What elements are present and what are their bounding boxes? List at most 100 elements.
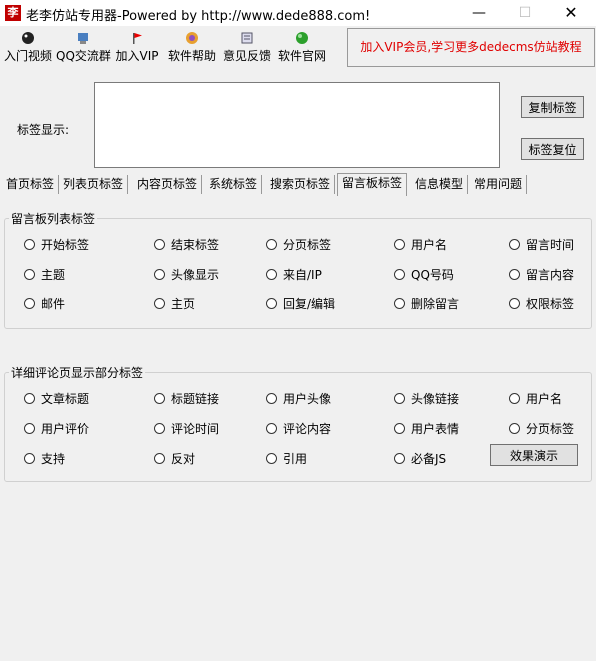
toolbar-qq-group[interactable]: QQ交流群	[56, 28, 111, 68]
tab-info-model[interactable]: 信息模型	[411, 175, 469, 194]
tag-option-radio[interactable]: 必备JS	[394, 450, 446, 466]
radio-label: 留言内容	[526, 268, 575, 282]
tag-option-radio[interactable]: 评论内容	[266, 420, 331, 436]
tag-option-radio[interactable]: 头像链接	[394, 390, 459, 406]
tab-system-tags[interactable]: 系统标签	[205, 175, 263, 194]
tag-option-radio[interactable]: 留言内容	[509, 266, 574, 282]
radio-circle-icon[interactable]	[509, 239, 520, 250]
tag-display-label: 标签显示:	[17, 123, 70, 137]
tab-content-tags[interactable]: 内容页标签	[133, 175, 203, 194]
radio-circle-icon[interactable]	[24, 453, 35, 464]
radio-circle-icon[interactable]	[266, 298, 277, 309]
tab-faq[interactable]: 常用问题	[470, 175, 528, 194]
vip-banner[interactable]: 加入VIP会员,学习更多dedecms仿站教程	[347, 28, 595, 67]
group-title: 留言板列表标签	[11, 212, 96, 226]
copy-tag-button[interactable]: 复制标签	[521, 96, 584, 118]
tag-option-radio[interactable]: 分页标签	[266, 236, 331, 252]
tag-option-radio[interactable]: 评论时间	[154, 420, 219, 436]
tag-option-radio[interactable]: 用户头像	[266, 390, 331, 406]
radio-circle-icon[interactable]	[509, 298, 520, 309]
radio-circle-icon[interactable]	[24, 269, 35, 280]
radio-circle-icon[interactable]	[266, 453, 277, 464]
radio-circle-icon[interactable]	[394, 298, 405, 309]
radio-circle-icon[interactable]	[154, 239, 165, 250]
tag-option-radio[interactable]: 留言时间	[509, 236, 574, 252]
radio-label: 评论时间	[171, 422, 220, 436]
radio-label: 用户名	[526, 392, 563, 406]
radio-circle-icon[interactable]	[394, 393, 405, 404]
radio-circle-icon[interactable]	[154, 298, 165, 309]
radio-circle-icon[interactable]	[24, 298, 35, 309]
radio-circle-icon[interactable]	[509, 269, 520, 280]
tag-option-radio[interactable]: 来自/IP	[266, 266, 322, 282]
tag-option-radio[interactable]: 权限标签	[509, 295, 574, 311]
toolbar-label: 软件帮助	[167, 49, 216, 63]
tag-option-radio[interactable]: 用户评价	[24, 420, 89, 436]
radio-circle-icon[interactable]	[24, 239, 35, 250]
radio-circle-icon[interactable]	[266, 239, 277, 250]
toolbar-feedback[interactable]: 意见反馈	[221, 28, 273, 68]
app-icon: 李	[5, 5, 21, 21]
toolbar-label: 软件官网	[277, 49, 326, 63]
tag-option-radio[interactable]: 头像显示	[154, 266, 219, 282]
radio-circle-icon[interactable]	[154, 393, 165, 404]
window-title: 老李仿站专用器-Powered by http://www.dede888.co…	[26, 9, 371, 24]
toolbar-website[interactable]: 软件官网	[276, 28, 328, 68]
film-icon	[22, 32, 34, 44]
toolbar-help[interactable]: 软件帮助	[166, 28, 218, 68]
tag-option-radio[interactable]: 主页	[154, 295, 195, 311]
radio-circle-icon[interactable]	[266, 393, 277, 404]
tag-display-textarea[interactable]	[94, 82, 500, 168]
radio-label: 头像链接	[411, 392, 460, 406]
tab-home-tags[interactable]: 首页标签	[2, 175, 60, 194]
tab-list-tags[interactable]: 列表页标签	[59, 175, 129, 194]
tab-search-tags[interactable]: 搜索页标签	[266, 175, 336, 194]
help-icon	[186, 32, 198, 44]
tag-option-radio[interactable]: QQ号码	[394, 266, 454, 282]
tag-option-radio[interactable]: 分页标签	[509, 420, 574, 436]
tab-guestbook-tags[interactable]: 留言板标签	[337, 173, 408, 196]
tag-option-radio[interactable]: 用户名	[394, 236, 447, 252]
radio-label: 来自/IP	[283, 268, 322, 282]
radio-circle-icon[interactable]	[24, 423, 35, 434]
tag-option-radio[interactable]: 结束标签	[154, 236, 219, 252]
toolbar-intro-video[interactable]: 入门视频	[2, 28, 54, 68]
radio-circle-icon[interactable]	[266, 269, 277, 280]
tag-option-radio[interactable]: 用户名	[509, 390, 562, 406]
tag-option-radio[interactable]: 开始标签	[24, 236, 89, 252]
tag-option-radio[interactable]: 用户表情	[394, 420, 459, 436]
tag-option-radio[interactable]: 支持	[24, 450, 65, 466]
tag-option-radio[interactable]: 邮件	[24, 295, 65, 311]
radio-circle-icon[interactable]	[509, 423, 520, 434]
radio-label: 权限标签	[526, 297, 575, 311]
toolbar-join-vip[interactable]: 加入VIP	[113, 28, 161, 68]
radio-circle-icon[interactable]	[394, 453, 405, 464]
group-icon	[78, 33, 88, 44]
globe-icon	[296, 32, 308, 44]
tag-option-radio[interactable]: 标题链接	[154, 390, 219, 406]
radio-circle-icon[interactable]	[24, 393, 35, 404]
radio-label: 支持	[41, 452, 66, 466]
tag-option-radio[interactable]: 反对	[154, 450, 195, 466]
radio-circle-icon[interactable]	[394, 269, 405, 280]
tag-option-radio[interactable]: 回复/编辑	[266, 295, 335, 311]
radio-circle-icon[interactable]	[154, 269, 165, 280]
tag-option-radio[interactable]: 主题	[24, 266, 65, 282]
radio-circle-icon[interactable]	[394, 423, 405, 434]
radio-circle-icon[interactable]	[154, 453, 165, 464]
radio-circle-icon[interactable]	[266, 423, 277, 434]
minimize-button[interactable]: —	[456, 0, 502, 26]
radio-circle-icon[interactable]	[509, 393, 520, 404]
close-button[interactable]: ✕	[548, 0, 594, 26]
demo-button[interactable]: 效果演示	[490, 444, 578, 466]
reset-tag-button[interactable]: 标签复位	[521, 138, 584, 160]
radio-label: 删除留言	[411, 297, 460, 311]
radio-label: 开始标签	[41, 238, 90, 252]
tag-option-radio[interactable]: 引用	[266, 450, 307, 466]
tag-option-radio[interactable]: 删除留言	[394, 295, 459, 311]
radio-circle-icon[interactable]	[394, 239, 405, 250]
maximize-button[interactable]: ☐	[502, 0, 548, 26]
radio-label: 结束标签	[171, 238, 220, 252]
tag-option-radio[interactable]: 文章标题	[24, 390, 89, 406]
radio-circle-icon[interactable]	[154, 423, 165, 434]
